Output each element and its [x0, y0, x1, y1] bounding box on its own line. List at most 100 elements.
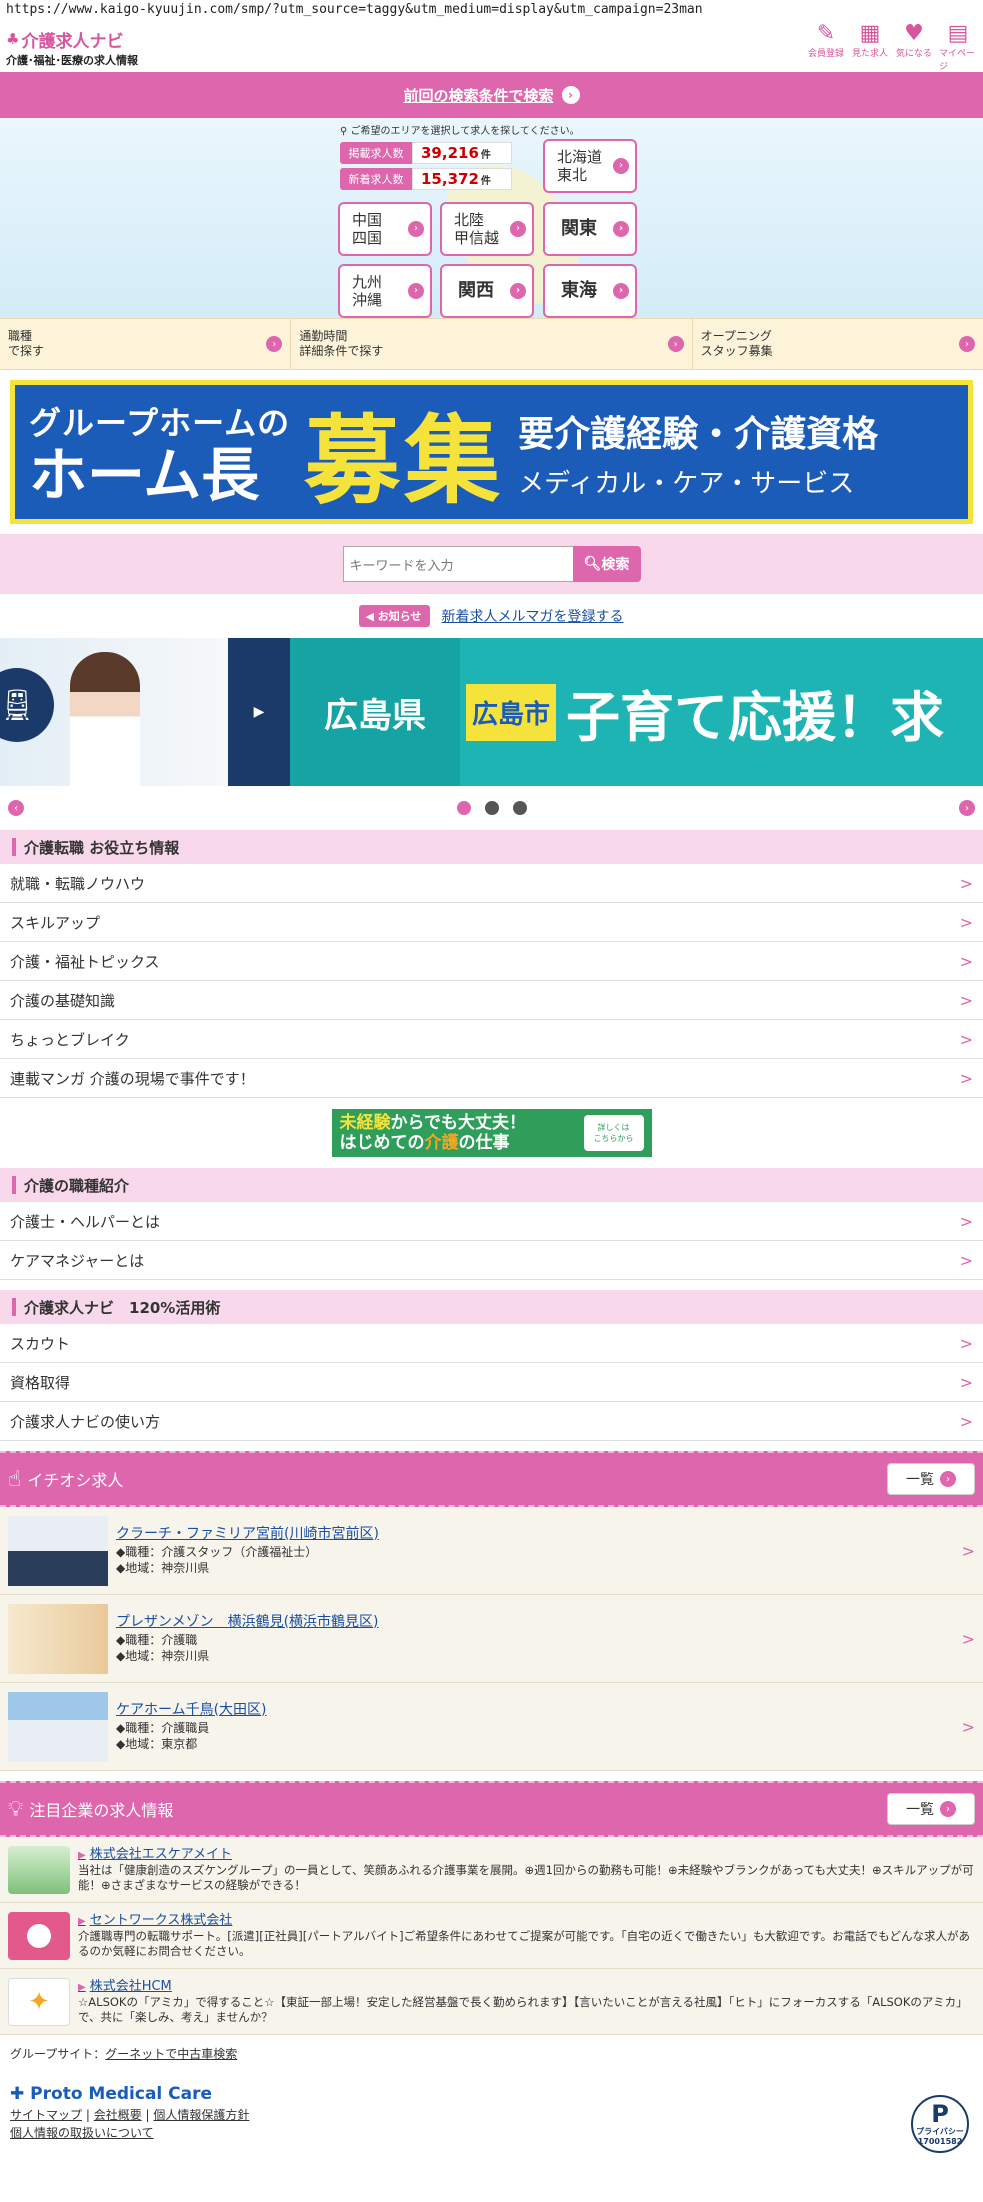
job-thumbnail: [8, 1515, 108, 1586]
train-icon: 🚆︎: [0, 668, 54, 742]
company-logo: [8, 1911, 70, 1960]
list-item[interactable]: スキルアップ >: [0, 903, 983, 942]
beginner-banner[interactable]: 未経験からでも大丈夫！ はじめての介護の仕事 詳しくは こちらから: [0, 1098, 983, 1168]
list-item[interactable]: ▶ 株式会社エスケアメイト 当社は「健康創造のスズケングループ」の一員として、笑顔あ…: [0, 1837, 983, 1903]
calendar-icon: ▦: [859, 21, 881, 46]
list-item[interactable]: ケアマネジャーとは >: [0, 1241, 983, 1280]
tab-search-by-commute[interactable]: 通勤時間 詳細条件で探す ›: [291, 319, 693, 369]
favorites-button[interactable]: ♥ 気になる: [895, 22, 933, 72]
carousel-dot[interactable]: [456, 801, 471, 815]
chevron-right-icon: >: [959, 1411, 973, 1431]
woman-photo: [70, 652, 140, 786]
list-item[interactable]: 介護士・ヘルパーとは >: [0, 1202, 983, 1241]
list-item[interactable]: スカウト >: [0, 1324, 983, 1363]
chevron-right-icon: >: [959, 873, 973, 893]
register-button[interactable]: ✎ 会員登録: [807, 22, 845, 72]
carousel-banner[interactable]: 🚆︎ ▶ 広島県 広島市 子育て応援！求: [0, 638, 983, 786]
table-row[interactable]: プレザンメゾン 横浜鶴見(横浜市鶴見区) ◆職種：介護職 ◆地域：神奈川県 >: [0, 1595, 983, 1683]
arrow-right-icon: ›: [958, 336, 975, 352]
job-thumbnail: [8, 1691, 108, 1762]
pickup-list-button[interactable]: 一覧 ›: [887, 1463, 975, 1495]
arrow-right-icon: ›: [561, 86, 580, 104]
chevron-right-icon: >: [959, 1372, 973, 1392]
sitemap-link[interactable]: サイトマップ: [10, 2108, 82, 2122]
arrow-right-icon: ›: [667, 336, 684, 352]
chevron-right-icon: >: [959, 1068, 973, 1088]
chevron-right-icon: >: [959, 1029, 973, 1049]
list-item[interactable]: ちょっとブレイク >: [0, 1020, 983, 1059]
job-thumbnail: [8, 1603, 108, 1674]
table-row[interactable]: クラーチ・ファミリア宮前(川崎市宮前区) ◆職種：介護スタッフ（介護福祉士） ◆地域…: [0, 1507, 983, 1595]
tab-search-by-job[interactable]: 職種 で探す ›: [0, 319, 292, 369]
company-link[interactable]: 会社概要: [94, 2108, 142, 2122]
lightbulb-icon: 💡︎: [8, 1796, 24, 1822]
footer-brand[interactable]: ✚ Proto Medical Care: [10, 2084, 973, 2104]
list-item[interactable]: 介護の基礎知識 >: [0, 981, 983, 1020]
company-logo: [8, 1845, 70, 1894]
list-item[interactable]: 連載マンガ 介護の現場で事件です！ >: [0, 1059, 983, 1098]
carousel-prev-button[interactable]: ‹: [8, 800, 24, 816]
carousel-controls: ‹ ›: [0, 786, 983, 830]
search-icon: 🔍︎: [583, 556, 602, 572]
arrow-right-icon: ›: [510, 221, 526, 237]
arrow-right-icon: ›: [266, 336, 283, 352]
footer: グループサイト：グーネットで中古車検索 ✚ Proto Medical Care…: [0, 2035, 983, 2167]
carousel-dot[interactable]: [484, 801, 499, 815]
keyword-search-button[interactable]: 🔍︎ 検索: [572, 546, 641, 582]
tab-opening-staff[interactable]: オープニング スタッフ募集 ›: [693, 319, 983, 369]
section-heading: 介護の職種紹介: [0, 1168, 983, 1202]
list-item[interactable]: 介護求人ナビの使い方 >: [0, 1402, 983, 1441]
region-hokuriku[interactable]: 北陸 甲信越 ›: [440, 202, 534, 256]
region-kanto[interactable]: 関東 ›: [543, 202, 637, 256]
carousel-next-button[interactable]: ›: [959, 800, 975, 816]
companies-list-button[interactable]: 一覧 ›: [887, 1793, 975, 1825]
prev-search-button[interactable]: 前回の検索条件で検索 ›: [0, 72, 983, 118]
newsletter-link[interactable]: 新着求人メルマガを登録する: [442, 606, 624, 626]
companies-header: 💡︎ 注目企業の求人情報 一覧 ›: [0, 1781, 983, 1837]
chevron-right-icon: >: [961, 1717, 975, 1736]
section-heading: 介護転職 お役立ち情報: [0, 830, 983, 864]
viewed-jobs-button[interactable]: ▦ 見た求人: [851, 22, 889, 72]
chevron-right-icon: >: [959, 912, 973, 932]
region-kansai[interactable]: 関西 ›: [440, 264, 534, 318]
arrow-right-icon: ›: [408, 221, 424, 237]
region-hokkaido-tohoku[interactable]: 北海道 東北 ›: [543, 139, 637, 193]
chevron-right-icon: >: [959, 951, 973, 971]
chevron-right-icon: >: [959, 1211, 973, 1231]
arrow-right-icon: ›: [613, 221, 629, 237]
arrow-right-icon: ›: [940, 1801, 956, 1817]
mypage-button[interactable]: ▤ マイページ: [939, 21, 977, 73]
search-tabs: 職種 で探す › 通勤時間 詳細条件で探す › オープニング スタッフ募集 ›: [0, 318, 983, 370]
new-count: 新着求人数 15,372 件: [340, 168, 512, 190]
region-kyushu[interactable]: 九州 沖縄 ›: [338, 264, 432, 318]
chevron-right-icon: >: [959, 1250, 973, 1270]
list-item[interactable]: 資格取得 >: [0, 1363, 983, 1402]
chevron-right-icon: >: [961, 1541, 975, 1560]
chevron-right-icon: >: [959, 990, 973, 1010]
site-logo[interactable]: ♣ 介護求人ナビ 介護･福祉･医療の求人情報: [6, 27, 138, 68]
arrow-right-icon: ›: [613, 283, 629, 299]
url-bar[interactable]: https://www.kaigo-kyuujin.com/smp/?utm_s…: [0, 0, 983, 22]
list-item[interactable]: 介護・福祉トピックス >: [0, 942, 983, 981]
notice-bar: ◀ お知らせ 新着求人メルマガを登録する: [0, 594, 983, 638]
heart-icon: ♥: [904, 21, 924, 46]
keyword-input[interactable]: キーワードを入力: [342, 546, 573, 582]
megaphone-icon: ◀: [365, 610, 374, 623]
region-tokai[interactable]: 東海 ›: [543, 264, 637, 318]
company-logo: ✦: [8, 1977, 70, 2026]
group-site-link[interactable]: グーネットで中古車検索: [105, 2047, 237, 2061]
privacy-handling-link[interactable]: 個人情報の取扱いについて: [10, 2126, 154, 2140]
region-chugoku-shikoku[interactable]: 中国 四国 ›: [338, 202, 432, 256]
mypage-icon: ▤: [947, 21, 969, 46]
pencil-icon: ✎: [816, 21, 836, 46]
group-home-banner[interactable]: グループホームの ホーム長 募集 要介護経験・介護資格 メディカル・ケア・サービ…: [10, 380, 973, 524]
list-item[interactable]: ✦ ▶ 株式会社HCM ☆ALSOKの「アミカ」で得すること☆【東証一部上場！安定し…: [0, 1969, 983, 2035]
pickup-header: ☝ イチオシ求人 一覧 ›: [0, 1451, 983, 1507]
privacy-policy-link[interactable]: 個人情報保護方針: [153, 2108, 249, 2122]
list-item[interactable]: ▶ セントワークス株式会社 介護職専門の転職サポート。[派遣][正社員][パートアル…: [0, 1903, 983, 1969]
area-search: ⚲ ご希望のエリアを選択して求人を探してください。 掲載求人数 39,216 件 …: [0, 118, 983, 325]
table-row[interactable]: ケアホーム千鳥(大田区) ◆職種：介護職員 ◆地域：東京都 >: [0, 1683, 983, 1771]
list-item[interactable]: 就職・転職ノウハウ >: [0, 864, 983, 903]
posted-count: 掲載求人数 39,216 件: [340, 142, 512, 164]
carousel-dot[interactable]: [512, 801, 527, 815]
